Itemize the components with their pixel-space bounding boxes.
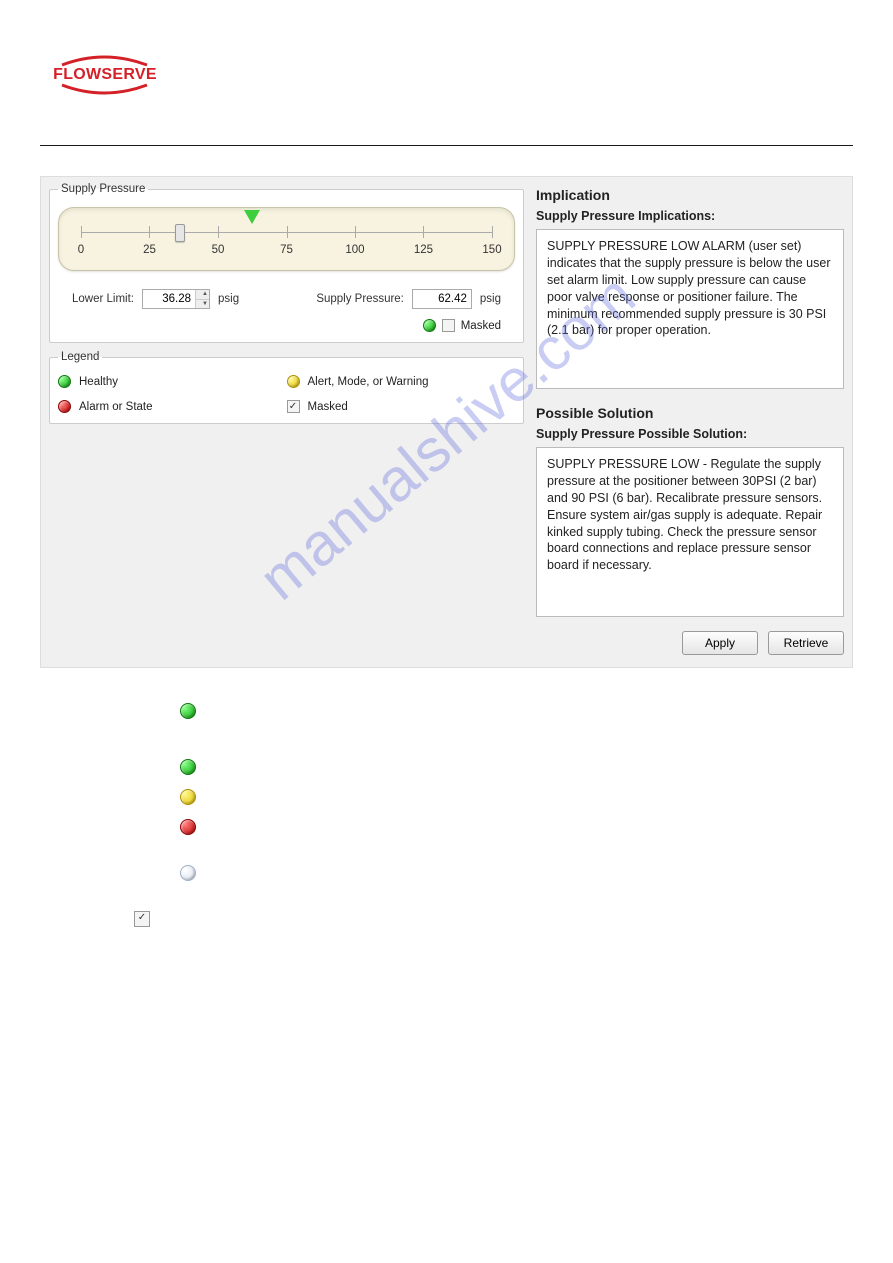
gauge-tick-2: 50 xyxy=(212,244,225,256)
solution-body: SUPPLY PRESSURE LOW - Regulate the suppl… xyxy=(536,447,844,617)
status-dot-icon xyxy=(423,319,436,332)
solution-heading: Possible Solution xyxy=(536,405,844,421)
indicator-checkbox-icon xyxy=(134,911,150,927)
lower-limit-unit: psig xyxy=(218,293,239,305)
logo: FLOWSERVE xyxy=(40,30,853,110)
solution-sub: Supply Pressure Possible Solution: xyxy=(536,427,844,441)
gauge-tick-3: 75 xyxy=(280,244,293,256)
lower-limit-input[interactable] xyxy=(143,290,195,308)
lower-limit-label: Lower Limit: xyxy=(72,293,134,305)
gauge-tick-4: 100 xyxy=(345,244,364,256)
masked-checkbox[interactable] xyxy=(442,319,455,332)
lower-limit-field[interactable]: ▲ ▼ xyxy=(142,289,210,309)
implication-sub: Supply Pressure Implications: xyxy=(536,209,844,223)
retrieve-button[interactable]: Retrieve xyxy=(768,631,844,655)
green-dot-icon xyxy=(58,375,71,388)
supply-pressure-label: Supply Pressure: xyxy=(316,293,404,305)
gauge-tick-0: 0 xyxy=(78,244,84,256)
indicator-green-icon xyxy=(180,703,196,719)
legend-item-alert: Alert, Mode, or Warning xyxy=(287,375,516,388)
lower-limit-down[interactable]: ▼ xyxy=(196,300,209,309)
masked-check-icon xyxy=(287,400,300,413)
gauge-tick-6: 150 xyxy=(482,244,501,256)
logo-text: FLOWSERVE xyxy=(53,66,157,84)
separator-line xyxy=(40,145,853,146)
indicator-legend-list xyxy=(180,703,853,927)
legend-item-masked: Masked xyxy=(287,400,516,413)
indicator-blank-icon xyxy=(180,865,196,881)
legend-panel: Legend Healthy Alert, Mode, or Warning xyxy=(49,351,524,424)
indicator-red-icon xyxy=(180,819,196,835)
lower-limit-up[interactable]: ▲ xyxy=(196,290,209,300)
indicator-yellow-icon xyxy=(180,789,196,805)
masked-label: Masked xyxy=(461,320,501,332)
supply-pressure-panel: Supply Pressure 0 25 50 75 xyxy=(49,183,524,343)
gauge-handle[interactable] xyxy=(175,224,185,242)
app-panel: Supply Pressure 0 25 50 75 xyxy=(40,176,853,668)
supply-pressure-title: Supply Pressure xyxy=(58,183,148,195)
red-dot-icon xyxy=(58,400,71,413)
gauge-marker-icon xyxy=(244,210,260,224)
implication-body: SUPPLY PRESSURE LOW ALARM (user set) ind… xyxy=(536,229,844,389)
pressure-gauge: 0 25 50 75 100 125 150 xyxy=(58,207,515,271)
indicator-green2-icon xyxy=(180,759,196,775)
yellow-dot-icon xyxy=(287,375,300,388)
supply-pressure-input[interactable] xyxy=(412,289,472,309)
apply-button[interactable]: Apply xyxy=(682,631,758,655)
legend-title: Legend xyxy=(58,351,102,363)
supply-pressure-unit: psig xyxy=(480,293,501,305)
legend-item-healthy: Healthy xyxy=(58,375,287,388)
implication-heading: Implication xyxy=(536,187,844,203)
gauge-tick-5: 125 xyxy=(414,244,433,256)
legend-item-alarm: Alarm or State xyxy=(58,400,287,413)
gauge-tick-1: 25 xyxy=(143,244,156,256)
